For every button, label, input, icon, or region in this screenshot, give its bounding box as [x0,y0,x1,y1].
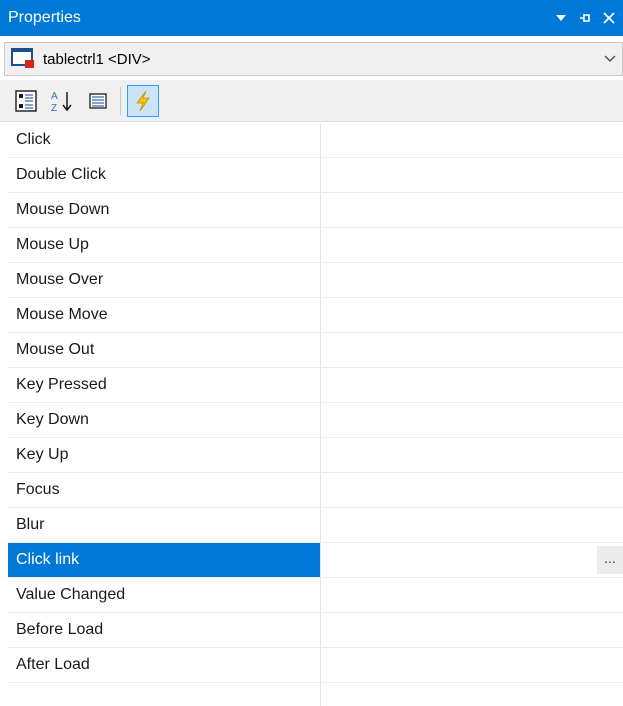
event-value[interactable] [320,368,623,402]
event-name[interactable]: Mouse Up [8,228,320,262]
panel-title: Properties [8,9,81,26]
events-lightning-icon[interactable] [127,84,159,117]
event-grid: Click Double Click Mouse Down Mouse Up Mouse… [0,123,623,706]
event-value[interactable] [320,438,623,472]
event-name[interactable]: Before Load [8,613,320,647]
event-name[interactable]: Blur [8,508,320,542]
event-row[interactable]: Focus [8,473,623,508]
svg-text:A: A [51,91,58,102]
svg-text:Z: Z [51,103,57,113]
event-row[interactable]: Key Up [8,438,623,473]
event-row[interactable]: Mouse Up [8,228,623,263]
event-row[interactable]: Key Down [8,403,623,438]
toolbar-separator [120,86,121,115]
event-row[interactable]: Mouse Down [8,193,623,228]
chevron-down-icon[interactable] [598,47,622,71]
event-name[interactable]: Focus [8,473,320,507]
event-name[interactable]: Click [8,123,320,157]
event-name[interactable]: Double Click [8,158,320,192]
event-value[interactable] [320,123,623,157]
event-name[interactable]: Key Down [8,403,320,437]
event-name[interactable]: Mouse Out [8,333,320,367]
event-value[interactable] [320,508,623,542]
pin-icon[interactable] [575,8,595,28]
event-row[interactable]: Mouse Out [8,333,623,368]
properties-toolbar: A Z [0,80,623,122]
event-value[interactable] [320,543,623,577]
event-name[interactable]: Mouse Down [8,193,320,227]
title-bar: Properties [0,0,623,36]
event-value[interactable] [320,578,623,612]
event-row[interactable]: Mouse Move [8,298,623,333]
event-row[interactable]: Click [8,123,623,158]
event-row[interactable]: Before Load [8,613,623,648]
event-row[interactable]: Key Pressed [8,368,623,403]
event-name[interactable]: Click link [8,543,320,577]
event-value[interactable] [320,333,623,367]
event-name[interactable]: After Load [8,648,320,682]
event-row[interactable]: Mouse Over [8,263,623,298]
event-value[interactable] [320,228,623,262]
ellipsis-button[interactable]: ... [597,546,623,574]
properties-panel: Properties tablectrl1 <DIV> A Z Click Do… [0,0,623,706]
properties-page-icon[interactable] [82,85,114,117]
object-selector[interactable]: tablectrl1 <DIV> [4,42,623,76]
event-row[interactable]: Blur [8,508,623,543]
event-value[interactable] [320,158,623,192]
event-name[interactable]: Value Changed [8,578,320,612]
event-value[interactable] [320,648,623,682]
event-name[interactable]: Key Up [8,438,320,472]
event-value[interactable] [320,193,623,227]
dropdown-arrow-icon[interactable] [551,8,571,28]
event-row[interactable]: Value Changed [8,578,623,613]
event-name[interactable]: Mouse Over [8,263,320,297]
event-value[interactable] [320,473,623,507]
event-value[interactable] [320,613,623,647]
event-value[interactable] [320,298,623,332]
event-value[interactable] [320,403,623,437]
event-row[interactable]: After Load [8,648,623,683]
event-value[interactable] [320,263,623,297]
categorized-icon[interactable] [10,85,42,117]
event-row[interactable]: Double Click [8,158,623,193]
event-name[interactable]: Mouse Move [8,298,320,332]
object-selector-value: tablectrl1 <DIV> [43,50,151,68]
event-name[interactable]: Key Pressed [8,368,320,402]
event-row[interactable]: Click link... [8,543,623,578]
grid-left-margin [0,123,8,706]
control-object-icon [11,46,41,72]
close-icon[interactable] [599,8,619,28]
alphabetical-sort-icon[interactable]: A Z [46,85,78,117]
